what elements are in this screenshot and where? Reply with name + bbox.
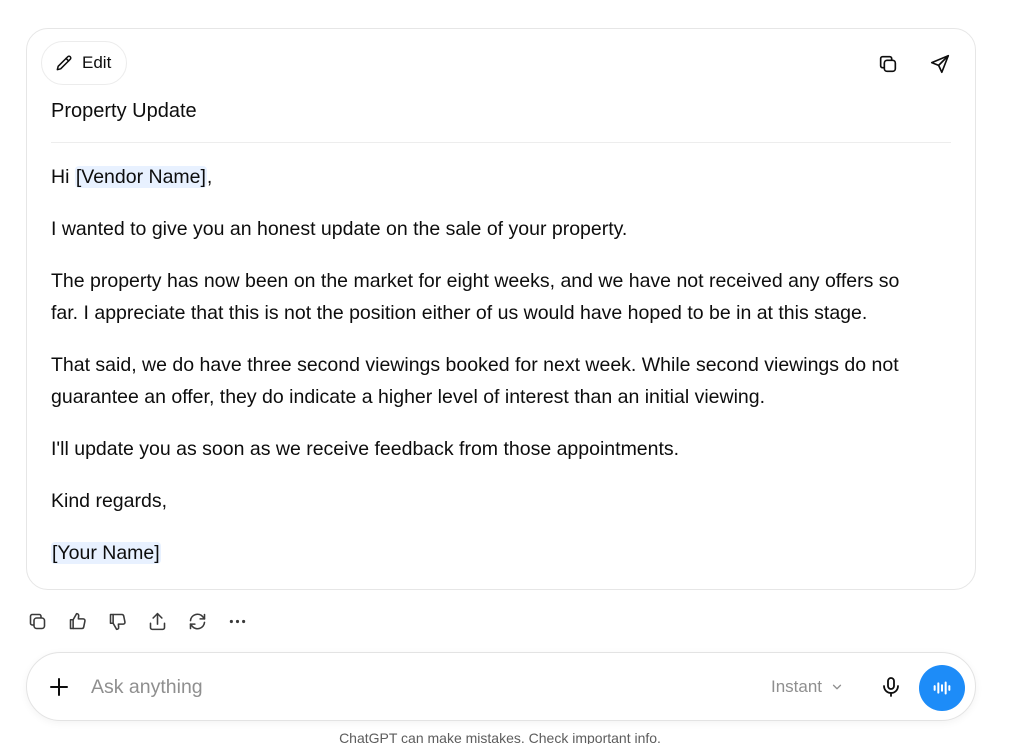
send-draft-button[interactable] [927, 51, 953, 77]
body-paragraph: That said, we do have three second viewi… [51, 354, 899, 408]
chevron-down-icon [832, 684, 842, 690]
disclaimer-footer: ChatGPT can make mistakes. Check importa… [339, 730, 661, 744]
body-paragraph: I wanted to give you an honest update on… [51, 218, 628, 240]
copy-draft-button[interactable] [875, 51, 901, 77]
microphone-icon[interactable] [879, 675, 903, 699]
subject-divider [51, 142, 951, 143]
plus-icon[interactable] [47, 675, 71, 699]
thumbs-up-icon [69, 612, 86, 629]
voice-mode-button[interactable] [919, 665, 965, 711]
share-icon [149, 612, 165, 630]
voice-mode-icon [933, 681, 951, 695]
model-selector[interactable]: Instant [771, 677, 844, 697]
email-draft-card: Edit Property Update Hi [Vendor Name], I… [26, 28, 976, 590]
copy-icon [29, 613, 45, 629]
vendor-name-placeholder: [Vendor Name] [74, 166, 207, 188]
email-body: Hi [Vendor Name], I wanted to give you a… [51, 161, 931, 589]
send-icon [930, 54, 950, 74]
copy-message-button[interactable] [26, 608, 48, 634]
copy-icon [879, 55, 897, 73]
edit-button-label: Edit [82, 53, 112, 72]
bad-response-button[interactable] [106, 608, 128, 634]
chat-screen: Edit Property Update Hi [Vendor Name], I… [0, 0, 1024, 744]
thumbs-down-icon [109, 613, 126, 630]
ask-input[interactable] [91, 673, 691, 701]
good-response-button[interactable] [66, 608, 88, 634]
more-icon [229, 619, 245, 623]
email-subject: Property Update [51, 100, 197, 122]
model-selector-label: Instant [771, 677, 823, 696]
pencil-icon [56, 55, 72, 71]
signoff: Kind regards, [51, 490, 167, 512]
greeting-line: Hi [Vendor Name], [51, 161, 931, 193]
regenerate-button[interactable] [186, 608, 208, 634]
message-composer: Instant [26, 652, 976, 721]
share-button[interactable] [146, 608, 168, 634]
regenerate-icon [189, 613, 205, 629]
edit-button[interactable]: Edit [41, 41, 127, 85]
your-name-placeholder: [Your Name] [51, 542, 161, 564]
more-actions-button[interactable] [226, 608, 248, 634]
greeting-suffix: , [206, 166, 213, 188]
body-paragraph: The property has now been on the market … [51, 270, 900, 324]
signature-line: [Your Name] [51, 537, 931, 569]
body-paragraph: I'll update you as soon as we receive fe… [51, 438, 680, 460]
message-actions [26, 608, 248, 634]
greeting-prefix: Hi [51, 166, 75, 188]
card-actions [875, 51, 953, 77]
